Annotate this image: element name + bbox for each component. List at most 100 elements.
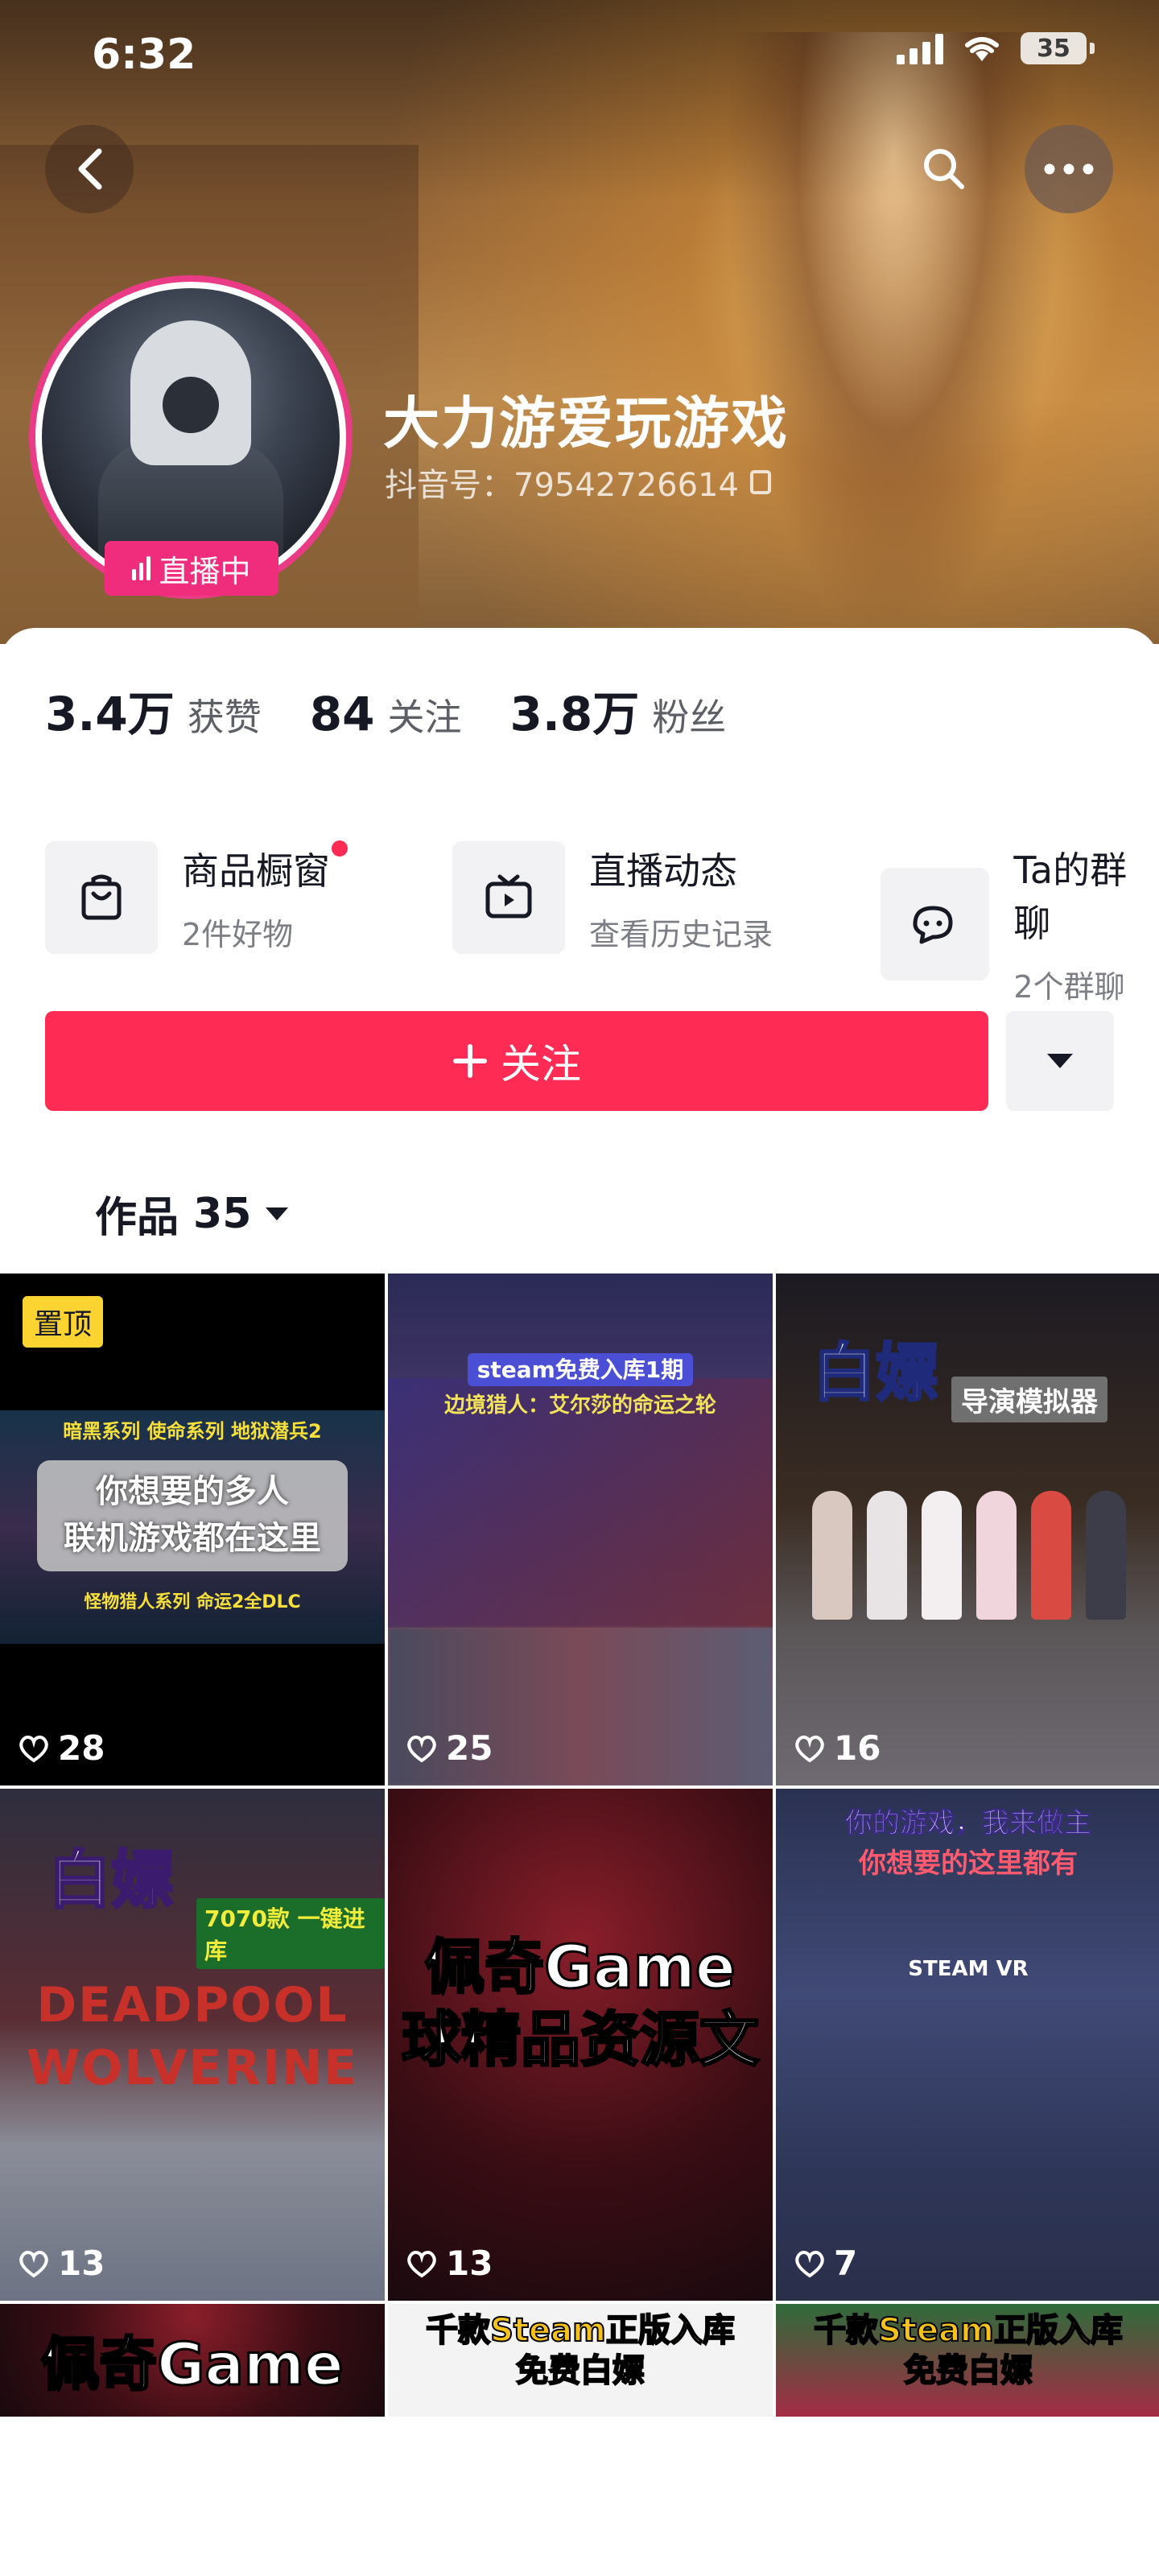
video-title-line: 佩奇Game [424, 1932, 737, 2003]
wifi-icon [965, 37, 999, 61]
stat-followers-label: 粉丝 [652, 696, 727, 739]
heart-icon [795, 1735, 824, 1762]
video-tile[interactable]: 你的游戏，我来做主 你想要的这里都有 STEAM VR 7 [776, 1789, 1159, 2301]
video-title-line: 白嫖 [811, 1336, 939, 1410]
status-bar: 6:32 35 [0, 0, 1159, 105]
entry-group-title: Ta的群聊 [1013, 848, 1128, 945]
works-label: 作品 [95, 1194, 179, 1242]
video-tile[interactable]: 白嫖 导演模拟器 16 [776, 1274, 1159, 1785]
video-tile[interactable]: 佩奇Game 球精品资源文 13 [388, 1789, 773, 2301]
entry-group-sub: 2个群聊 [1013, 969, 1125, 1005]
notification-dot [332, 840, 348, 857]
video-tile[interactable]: 千款Steam正版入库 免费白嫖 [776, 2304, 1159, 2417]
video-top-text: 暗黑系列 使命系列 地狱潜兵2 [63, 1420, 322, 1443]
video-title-line: 千款Steam正版入库 [425, 2311, 736, 2350]
status-time: 6:32 [92, 31, 196, 79]
video-title-line: 白嫖 [47, 1843, 175, 1918]
follow-button[interactable]: 关注 [45, 1011, 988, 1111]
video-likes: 13 [18, 2244, 105, 2283]
video-tile[interactable]: 佩奇Game [0, 2304, 385, 2417]
video-sub-text: 7070款 一键进库 [196, 1898, 385, 1969]
copy-icon[interactable] [749, 470, 771, 494]
douyin-id[interactable]: 抖音号：79542726614 [385, 459, 771, 506]
works-count: 35 [193, 1189, 252, 1238]
entry-live-sub: 查看历史记录 [589, 916, 773, 952]
shopping-bag-icon [45, 841, 158, 954]
video-title-line: 免费白嫖 [515, 2351, 645, 2390]
video-title-line: 你想要的这里都有 [859, 1847, 1078, 1880]
stat-followers[interactable]: 3.8万 粉丝 [509, 676, 726, 744]
entry-shop-title: 商品橱窗 [182, 848, 330, 893]
works-dropdown-icon [266, 1207, 289, 1220]
entry-shop-window[interactable]: 商品橱窗 2件好物 [45, 840, 348, 954]
heart-icon [19, 2250, 48, 2277]
search-icon [924, 149, 964, 189]
stat-followers-value: 3.8万 [509, 687, 640, 741]
battery-icon: 35 [1021, 32, 1095, 64]
video-likes: 28 [18, 1728, 105, 1768]
video-likes: 25 [406, 1728, 493, 1768]
video-likes-count: 7 [834, 2244, 858, 2283]
heart-icon [407, 2250, 436, 2277]
video-likes-count: 13 [58, 2244, 105, 2283]
tab-works[interactable]: 作品 35 [95, 1183, 289, 1244]
back-arrow-icon [78, 148, 102, 190]
video-title-line: 千款Steam正版入库 [813, 2311, 1124, 2350]
stats-row: 3.4万 获赞 84 关注 3.8万 粉丝 [45, 676, 774, 744]
video-title-line: 球精品资源文 [401, 2004, 761, 2075]
entry-row: 商品橱窗 2件好物 直播动态 查看历史记录 Ta的群聊 2个群聊 [45, 840, 1159, 1005]
video-likes: 16 [794, 1728, 881, 1768]
video-tile[interactable]: 千款Steam正版入库 免费白嫖 [388, 2304, 773, 2417]
live-bars-icon [132, 556, 151, 580]
entry-live-history[interactable]: 直播动态 查看历史记录 [452, 841, 773, 954]
video-title-line: 免费白嫖 [903, 2351, 1033, 2390]
profile-card: 3.4万 获赞 84 关注 3.8万 粉丝 商品橱窗 2件好物 直播动态 查看历… [0, 628, 1159, 2576]
stat-likes[interactable]: 3.4万 获赞 [45, 676, 262, 744]
video-sub-text: 导演模拟器 [951, 1377, 1107, 1422]
video-likes-count: 13 [446, 2244, 493, 2283]
status-icons: 35 [897, 32, 1095, 64]
stat-following[interactable]: 84 关注 [310, 687, 462, 741]
video-likes-count: 28 [58, 1728, 105, 1768]
video-likes-count: 25 [446, 1728, 493, 1768]
heart-icon [407, 1735, 436, 1762]
video-tile[interactable]: 白嫖 7070款 一键进库 DEADPOOL WOLVERINE 13 [0, 1789, 385, 2301]
triangle-down-icon [1047, 1054, 1073, 1068]
chat-bubbles-icon [881, 867, 990, 980]
entry-live-title: 直播动态 [589, 848, 737, 893]
video-likes: 7 [794, 2244, 857, 2283]
plus-icon [453, 1044, 487, 1078]
video-big-text: DEADPOOL WOLVERINE [26, 1977, 359, 2096]
heart-icon [19, 1735, 48, 1762]
video-title-line: 联机游戏都在这里 [64, 1520, 321, 1557]
video-tile[interactable]: steam免费入库1期 边境猎人：艾尔莎的命运之轮 25 [388, 1274, 773, 1785]
stat-following-label: 关注 [387, 696, 462, 739]
more-dots-icon [1044, 163, 1094, 175]
follow-label: 关注 [501, 1041, 581, 1088]
video-title-line: 佩奇Game [40, 2330, 345, 2399]
heart-icon [795, 2250, 824, 2277]
entry-shop-sub: 2件好物 [182, 916, 294, 952]
stat-likes-value: 3.4万 [45, 687, 175, 741]
live-badge[interactable]: 直播中 [105, 541, 278, 596]
video-bottom-text: 怪物猎人系列 命运2全DLC [84, 1592, 301, 1612]
back-button[interactable] [45, 125, 134, 213]
douyin-id-text: 抖音号：79542726614 [385, 467, 739, 504]
video-tile[interactable]: 置顶 暗黑系列 使命系列 地狱潜兵2 你想要的多人 联机游戏都在这里 怪物猎人系… [0, 1274, 385, 1785]
entry-group-chat[interactable]: Ta的群聊 2个群聊 [881, 841, 1159, 1006]
video-title-line: steam免费入库1期 [467, 1353, 694, 1386]
video-sub-text: 边境猎人：艾尔莎的命运之轮 [443, 1393, 716, 1418]
pinned-badge: 置顶 [23, 1296, 104, 1348]
signal-icon [897, 32, 943, 64]
video-title-line: 你的游戏，我来做主 [845, 1807, 1092, 1839]
more-button[interactable] [1025, 125, 1113, 213]
stat-likes-label: 获赞 [187, 696, 262, 739]
video-title-line: 你想要的多人 [96, 1473, 289, 1510]
nickname: 大力游爱玩游戏 [383, 390, 789, 456]
video-likes: 13 [406, 2244, 493, 2283]
stat-following-value: 84 [309, 687, 375, 741]
search-button[interactable] [900, 125, 988, 213]
recommend-dropdown-button[interactable] [1006, 1011, 1114, 1111]
tv-icon [452, 841, 565, 954]
banner-character [724, 32, 1062, 644]
